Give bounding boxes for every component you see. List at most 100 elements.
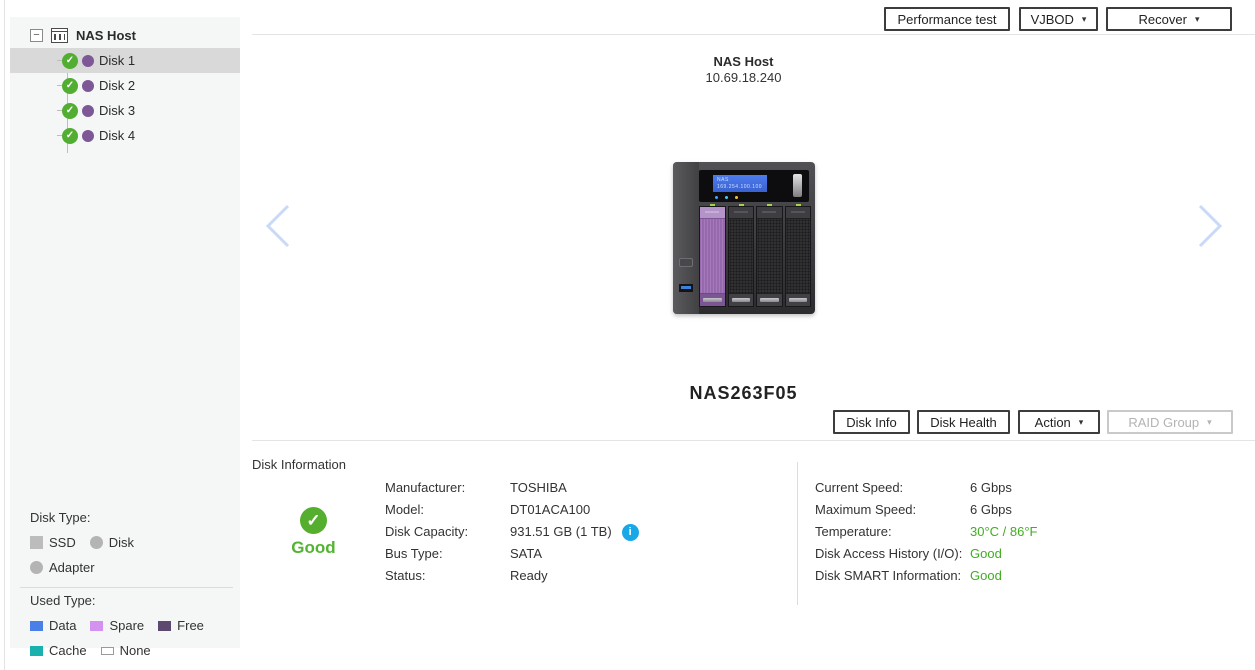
led-icon: [725, 196, 728, 199]
lcd-display: NAS 169.254.100.100: [713, 175, 767, 192]
nas-model-name: NAS263F05: [689, 383, 798, 403]
lcd-select-button-icon: [793, 174, 802, 197]
legend-label: SSD: [49, 535, 76, 550]
cache-swatch-icon: [30, 645, 43, 656]
info-row: Maximum Speed: 6 Gbps: [815, 499, 1175, 521]
legend-label: Spare: [109, 618, 145, 633]
field-label: Disk Access History (I/O):: [815, 546, 963, 561]
tree-node-disk-4[interactable]: ✓ Disk 4: [10, 123, 240, 148]
carousel-prev-icon[interactable]: [260, 201, 296, 256]
legend-label: Free: [177, 618, 204, 633]
field-value: 6 Gbps: [970, 502, 1012, 517]
disk-health-button[interactable]: Disk Health: [917, 410, 1010, 434]
tree-node-label: Disk 1: [99, 53, 136, 68]
field-value: Good: [970, 546, 1002, 561]
usb-port-icon: [679, 284, 693, 292]
performance-test-button[interactable]: Performance test: [884, 7, 1010, 31]
field-label: Status:: [385, 568, 426, 583]
field-value: Ready: [510, 568, 548, 583]
window-left-edge: [4, 0, 5, 670]
field-value: 6 Gbps: [970, 480, 1012, 495]
disk-type-legend-title: Disk Type:: [30, 510, 91, 525]
legend-label: Cache: [49, 643, 87, 658]
nas-device-image: NAS 169.254.100.100: [673, 162, 815, 314]
action-button[interactable]: Action ▾: [1018, 410, 1100, 434]
legend: Disk Type: SSD Disk Adapter Used Type: D…: [10, 505, 240, 658]
disk-status-good-icon: ✓: [62, 52, 78, 69]
disk-tree-sidebar: − NAS Host ✓ Disk 1 ✓ Disk 2 ✓ Disk 3 ✓: [10, 17, 240, 658]
legend-divider: [20, 587, 233, 588]
device-left-panel: [673, 162, 699, 314]
field-value: TOSHIBA: [510, 480, 567, 495]
column-divider: [797, 462, 798, 605]
field-label: Maximum Speed:: [815, 502, 917, 517]
field-value: 931.51 GB (1 TB): [510, 524, 612, 539]
recover-button[interactable]: Recover ▾: [1106, 7, 1232, 31]
legend-label: Data: [49, 618, 77, 633]
button-label: VJBOD: [1030, 11, 1074, 27]
raid-group-button-disabled: RAID Group ▾: [1107, 410, 1233, 434]
info-row: Disk SMART Information: Good: [815, 565, 1175, 587]
vjbod-button[interactable]: VJBOD ▾: [1019, 7, 1098, 31]
button-label: Disk Info: [846, 414, 897, 430]
disk-information-title: Disk Information: [252, 457, 346, 472]
legend-label: Disk: [108, 535, 135, 550]
info-row: Model: DT01ACA100: [385, 499, 705, 521]
button-label: Recover: [1138, 11, 1187, 27]
info-row: Disk Access History (I/O): Good: [815, 543, 1175, 565]
lcd-line1: NAS: [717, 177, 729, 183]
info-row: Status: Ready: [385, 565, 705, 587]
button-label: RAID Group: [1128, 414, 1200, 430]
section-divider: [252, 440, 1255, 441]
spare-swatch-icon: [90, 620, 104, 631]
disk-status-good-icon: ✓: [62, 77, 78, 94]
dropdown-caret-icon: ▾: [1207, 416, 1212, 427]
tree-node-nas-host[interactable]: − NAS Host: [10, 22, 240, 48]
tree-node-label: Disk 3: [99, 103, 136, 118]
disk-status-good-icon: ✓: [62, 127, 78, 144]
legend-label: Adapter: [49, 560, 95, 575]
health-good-check-icon: ✓: [300, 507, 327, 534]
used-type-legend-title: Used Type:: [30, 593, 96, 608]
carousel-next-icon[interactable]: [1192, 201, 1228, 256]
field-label: Manufacturer:: [385, 480, 466, 495]
tree-node-disk-3[interactable]: ✓ Disk 3: [10, 98, 240, 123]
power-button-icon: [679, 258, 693, 267]
field-label: Disk SMART Information:: [815, 568, 962, 583]
disk-info-left-column: Manufacturer: TOSHIBA Model: DT01ACA100 …: [385, 477, 705, 587]
led-icon: [715, 196, 718, 199]
tree-node-disk-2[interactable]: ✓ Disk 2: [10, 73, 240, 98]
info-row: Bus Type: SATA: [385, 543, 705, 565]
disk-info-button[interactable]: Disk Info: [833, 410, 910, 434]
field-value: 30°C / 86°F: [970, 524, 1038, 539]
host-name: NAS Host: [713, 54, 774, 69]
led-icon: [735, 196, 738, 199]
tree-node-disk-1[interactable]: ✓ Disk 1: [10, 48, 240, 73]
tree-node-label: Disk 2: [99, 78, 136, 93]
lcd-line2: 169.254.100.100: [717, 184, 763, 190]
nas-host-icon: [51, 27, 68, 43]
disk-status-good-icon: ✓: [62, 102, 78, 119]
dropdown-caret-icon: ▾: [1081, 13, 1087, 24]
collapse-icon[interactable]: −: [30, 28, 43, 42]
field-label: Current Speed:: [815, 480, 904, 495]
health-status-text: Good: [291, 538, 336, 557]
header-divider: [252, 34, 1255, 35]
field-label: Disk Capacity:: [385, 524, 469, 539]
field-value: DT01ACA100: [510, 502, 591, 517]
disk-type-dot-icon: [82, 129, 94, 142]
info-row: Manufacturer: TOSHIBA: [385, 477, 705, 499]
info-row: Temperature: 30°C / 86°F: [815, 521, 1175, 543]
disk-type-dot-icon: [82, 79, 94, 92]
device-front-panel: NAS 169.254.100.100: [699, 170, 809, 202]
disk-type-dot-icon: [82, 104, 94, 117]
dropdown-caret-icon: ▾: [1194, 13, 1200, 24]
disk-swatch-icon: [89, 536, 103, 549]
field-value: SATA: [510, 546, 543, 561]
drive-bay-1-selected: [699, 204, 726, 307]
adapter-swatch-icon: [30, 561, 43, 574]
disk-type-dot-icon: [82, 54, 94, 67]
capacity-info-icon[interactable]: i: [621, 523, 639, 541]
drive-bay-4: [784, 204, 811, 307]
host-ip: 10.69.18.240: [705, 70, 782, 85]
